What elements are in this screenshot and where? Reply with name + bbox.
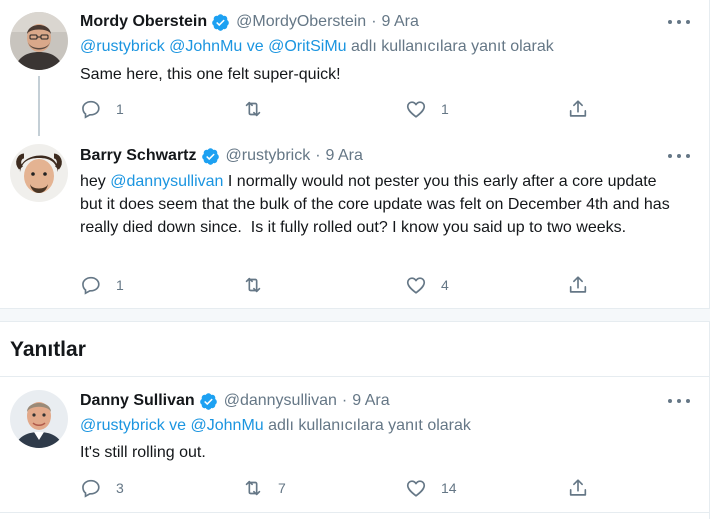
author-name[interactable]: Danny Sullivan	[80, 392, 195, 410]
author-name[interactable]: Mordy Oberstein	[80, 13, 207, 31]
replying-to: @rustybrick @JohnMu ve @OritSiMu adlı ku…	[80, 38, 554, 56]
reply-icon	[82, 100, 100, 119]
like-icon	[406, 480, 426, 497]
divider	[0, 321, 710, 322]
like-count: 1	[441, 101, 449, 117]
author-handle[interactable]: @MordyOberstein	[236, 13, 366, 31]
replying-suffix: adlı kullanıcılara yanıt olarak	[263, 417, 471, 434]
tweet-barry[interactable]: Barry Schwartz @rustybrick · 9 Ara hey @…	[0, 134, 710, 310]
tweet-time[interactable]: 9 Ara	[352, 392, 389, 410]
avatar[interactable]	[10, 144, 68, 202]
separator: ·	[315, 147, 321, 164]
share-button[interactable]	[567, 97, 589, 121]
like-count: 4	[441, 277, 449, 293]
tweet-header: Danny Sullivan @dannysullivan · 9 Ara	[80, 390, 390, 412]
mention-link[interactable]: @dannysullivan	[110, 173, 223, 190]
share-button[interactable]	[567, 273, 589, 297]
share-icon	[569, 100, 587, 117]
retweet-button[interactable]	[242, 273, 278, 297]
tweet-header: Barry Schwartz @rustybrick · 9 Ara	[80, 145, 363, 167]
retweet-button[interactable]	[242, 97, 278, 121]
retweet-icon	[245, 480, 261, 496]
replying-to: @rustybrick ve @JohnMu adlı kullanıcılar…	[80, 417, 471, 435]
reply-mention-johnmu[interactable]: @JohnMu	[191, 417, 264, 434]
retweet-icon	[245, 277, 261, 293]
reply-mentions[interactable]: @rustybrick @JohnMu ve @OritSiMu	[80, 38, 347, 55]
more-icon[interactable]	[668, 148, 690, 164]
separator: ·	[371, 13, 377, 30]
tweet-text: Same here, this one felt super-quick!	[80, 66, 341, 83]
verified-icon	[211, 13, 230, 32]
like-button[interactable]: 14	[405, 476, 457, 500]
tweet-header: Mordy Oberstein @MordyOberstein · 9 Ara	[80, 11, 419, 33]
thread-connector	[38, 76, 40, 136]
tweet-mordy[interactable]: Mordy Oberstein @MordyOberstein · 9 Ara …	[0, 0, 710, 136]
author-handle[interactable]: @dannysullivan	[224, 392, 337, 410]
reply-count: 3	[116, 480, 124, 496]
like-icon	[406, 277, 426, 294]
author-handle[interactable]: @rustybrick	[226, 147, 311, 165]
text-prefix: hey	[80, 173, 111, 190]
share-button[interactable]	[567, 476, 589, 500]
tweet-time[interactable]: 9 Ara	[326, 147, 363, 165]
like-button[interactable]: 1	[405, 97, 449, 121]
replying-join: ve	[164, 417, 191, 434]
like-button[interactable]: 4	[405, 273, 449, 297]
share-icon	[569, 276, 587, 293]
tweet-time[interactable]: 9 Ara	[382, 13, 419, 31]
verified-icon	[201, 147, 220, 166]
tweet-text: It's still rolling out.	[80, 444, 206, 461]
verified-icon	[199, 392, 218, 411]
more-icon[interactable]	[668, 14, 690, 30]
tweet-actions: 1 4	[80, 273, 600, 297]
reply-count: 1	[116, 101, 124, 117]
retweet-count: 7	[278, 480, 286, 496]
replying-suffix: adlı kullanıcılara yanıt olarak	[346, 38, 554, 55]
tweet-actions: 1 1	[80, 97, 600, 121]
reply-button[interactable]: 1	[80, 97, 124, 121]
tweet-text: hey @dannysullivan I normally would not …	[80, 170, 680, 239]
avatar[interactable]	[10, 390, 68, 448]
retweet-icon	[245, 101, 261, 117]
tweet-danny[interactable]: Danny Sullivan @dannysullivan · 9 Ara @r…	[0, 377, 710, 509]
share-icon	[569, 479, 587, 496]
like-icon	[406, 101, 426, 118]
reply-count: 1	[116, 277, 124, 293]
author-name[interactable]: Barry Schwartz	[80, 147, 197, 165]
reply-button[interactable]: 3	[80, 476, 124, 500]
reply-mention-rustybrick[interactable]: @rustybrick	[80, 417, 165, 434]
reply-button[interactable]: 1	[80, 273, 124, 297]
more-icon[interactable]	[668, 393, 690, 409]
tweet-thread: Mordy Oberstein @MordyOberstein · 9 Ara …	[0, 0, 710, 519]
reply-icon	[82, 479, 100, 498]
like-count: 14	[441, 480, 457, 496]
separator: ·	[341, 392, 348, 409]
tweet-actions: 3 7 14	[80, 476, 600, 500]
divider	[0, 512, 710, 513]
retweet-button[interactable]: 7	[242, 476, 286, 500]
avatar[interactable]	[10, 12, 68, 70]
reply-icon	[82, 276, 100, 295]
replies-heading: Yanıtlar	[10, 338, 86, 361]
section-gap	[0, 309, 710, 321]
